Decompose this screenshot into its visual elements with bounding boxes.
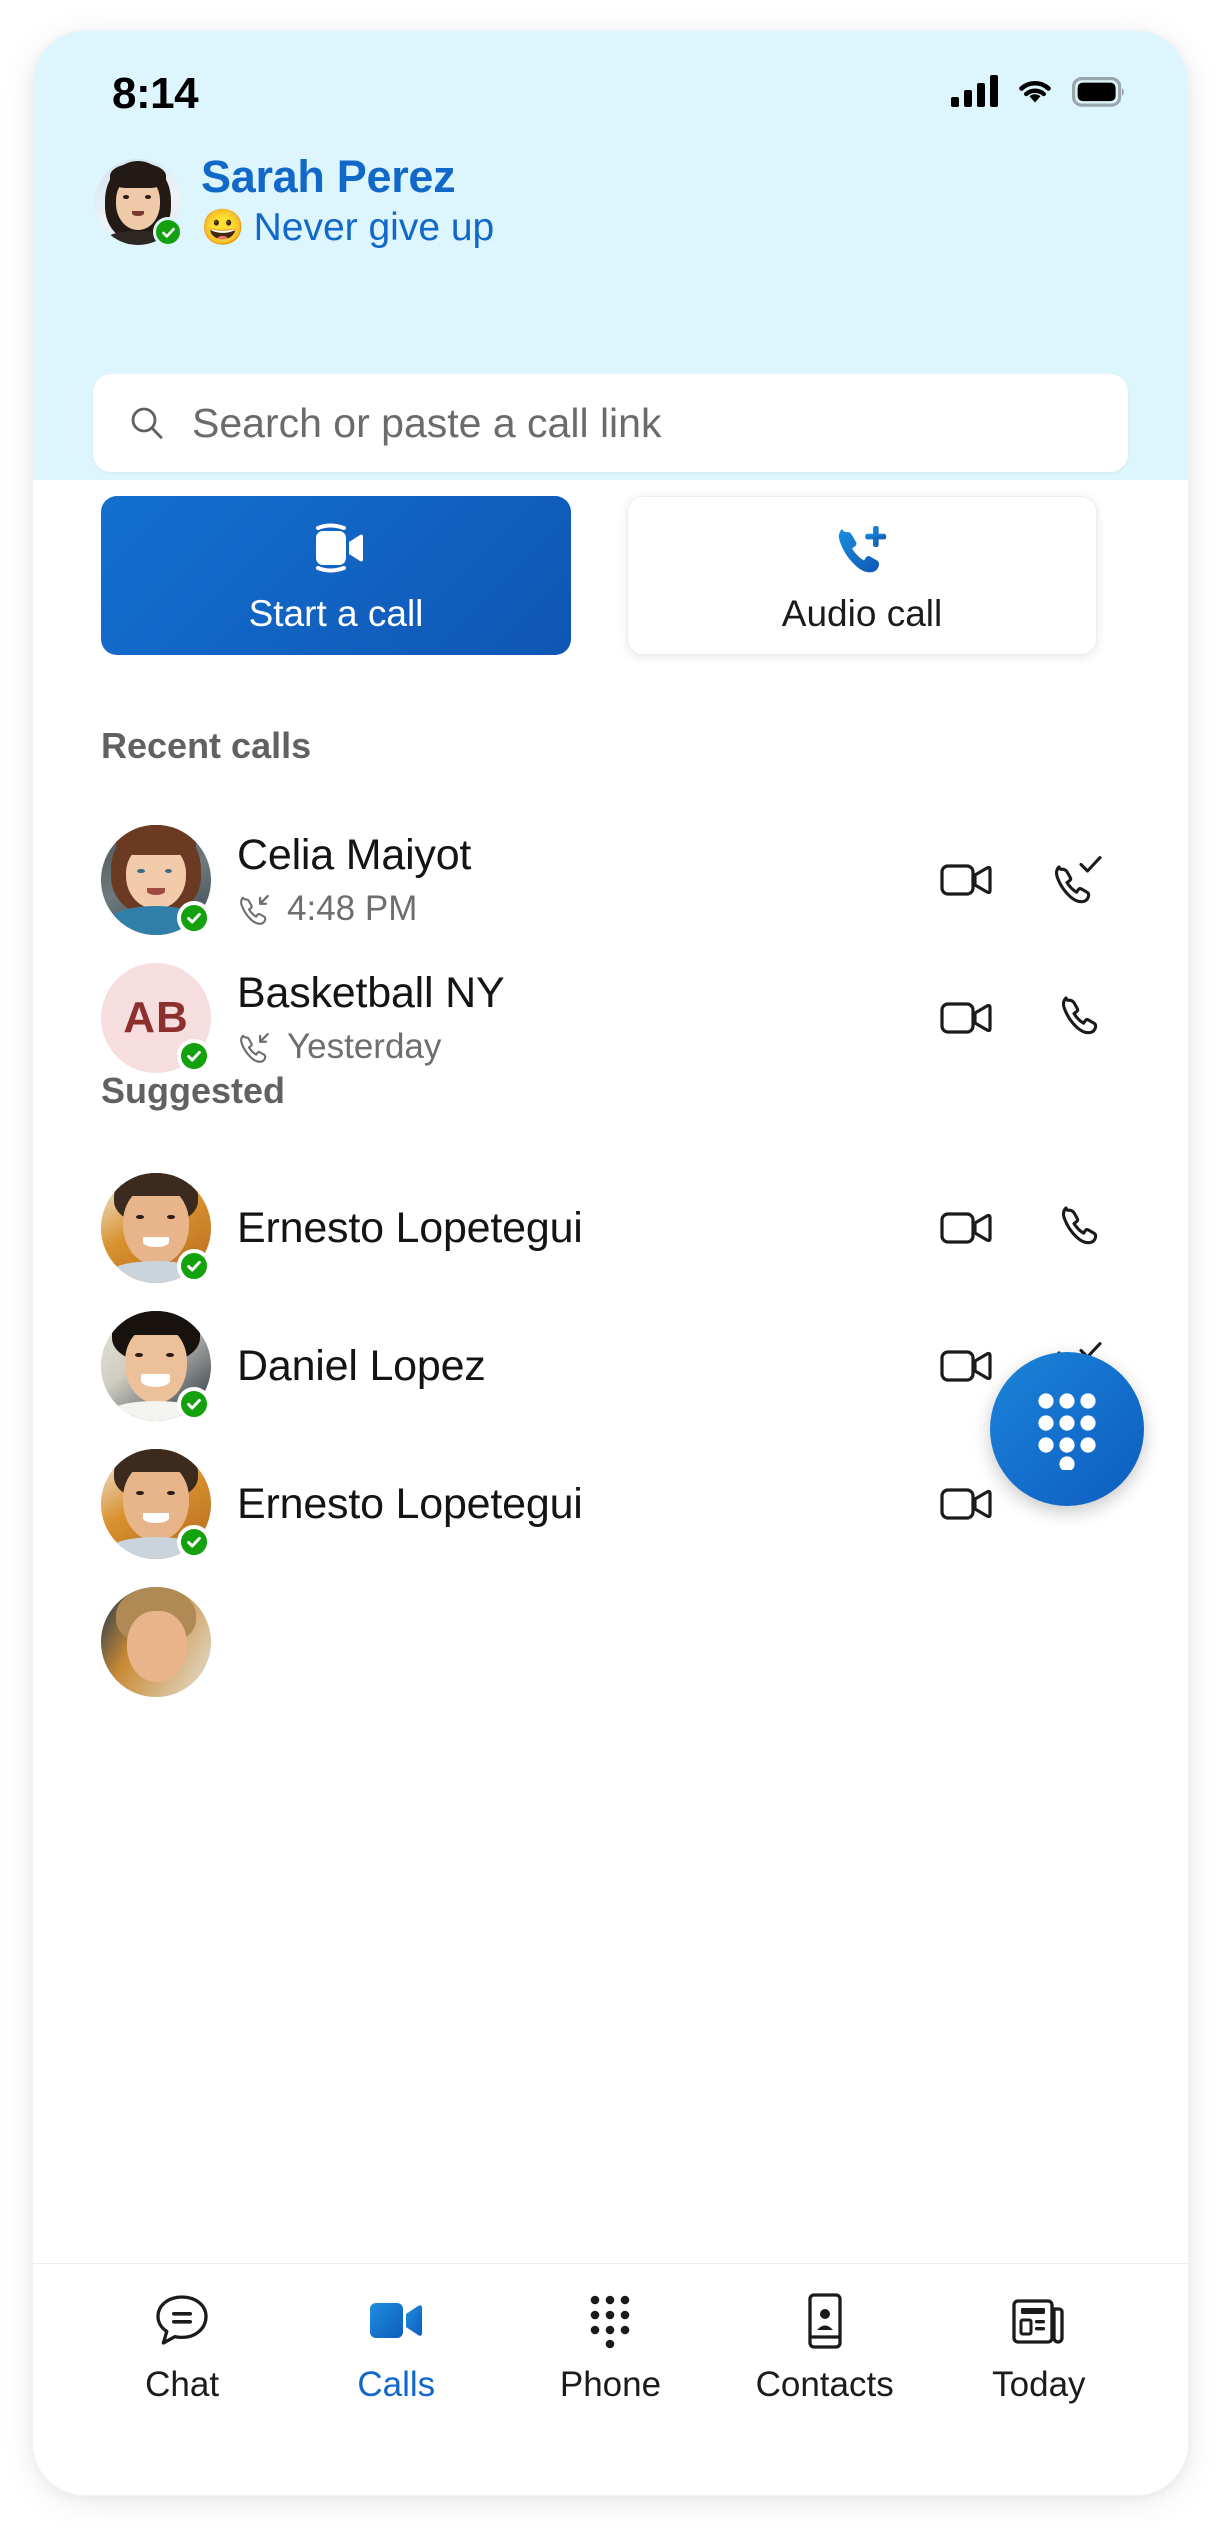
tab-chat[interactable]: Chat (92, 2290, 272, 2405)
row-actions (939, 852, 1106, 908)
avatar[interactable] (101, 1311, 211, 1421)
start-a-call-label: Start a call (248, 592, 424, 634)
incoming-call-icon (240, 894, 269, 925)
quick-actions: Start a call Audio call (33, 480, 1188, 695)
newspaper-icon (1010, 2290, 1068, 2352)
row-actions (939, 1200, 1106, 1256)
dialpad-fab-button[interactable] (990, 1352, 1144, 1506)
profile-text-block: Sarah Perez 😀 Never give up (201, 151, 494, 252)
audio-call-button[interactable]: Audio call (627, 496, 1097, 655)
list-item[interactable]: Ernesto Lopetegui (33, 1153, 1188, 1303)
call-meta: Yesterday (237, 1027, 939, 1067)
video-call-icon[interactable] (939, 990, 995, 1046)
section-title-recent-calls: Recent calls (101, 725, 312, 766)
tab-today-label: Today (992, 2365, 1086, 2404)
contact-card-icon (802, 2290, 848, 2352)
profile-mood[interactable]: 😀 Never give up (201, 205, 494, 252)
avatar[interactable] (95, 159, 183, 248)
tab-calls[interactable]: Calls (306, 2290, 486, 2405)
list-item-partial[interactable] (33, 1567, 1188, 1717)
call-meta: 4:48 PM (237, 889, 939, 929)
section-title-suggested: Suggested (101, 1070, 286, 1111)
search-icon (131, 407, 163, 439)
mood-emoji: 😀 (201, 207, 245, 247)
contact-name: Daniel Lopez (237, 1341, 486, 1390)
search-bar[interactable]: Search or paste a call link (93, 374, 1128, 472)
list-item-text: Basketball NY Yesterday (237, 969, 939, 1067)
mood-text: Never give up (253, 205, 495, 249)
avatar[interactable] (101, 1587, 211, 1697)
tab-phone-label: Phone (559, 2365, 662, 2404)
video-call-icon[interactable] (939, 1338, 995, 1394)
video-call-icon[interactable] (939, 852, 995, 908)
presence-badge-available (177, 1387, 211, 1421)
presence-badge-available (153, 217, 183, 248)
screen: 8:14 Sarah Perez 😀 Never give up Search … (0, 0, 1221, 2532)
contact-name: Celia Maiyot (237, 831, 472, 879)
incoming-call-icon (240, 1032, 269, 1063)
tab-contacts-label: Contacts (755, 2365, 894, 2404)
cellular-signal-icon (951, 75, 998, 107)
contact-name: Ernesto Lopetegui (237, 1203, 583, 1252)
start-a-call-button[interactable]: Start a call (101, 496, 571, 655)
presence-badge-available (177, 1039, 211, 1073)
battery-icon (1072, 77, 1124, 107)
tab-chat-label: Chat (145, 2365, 220, 2404)
presence-badge-available (177, 1525, 211, 1559)
audio-call-label: Audio call (781, 592, 943, 634)
avatar[interactable] (101, 825, 211, 935)
tab-contacts[interactable]: Contacts (735, 2290, 915, 2405)
app-header: 8:14 Sarah Perez 😀 Never give up Search … (33, 31, 1188, 480)
phone-check-icon[interactable] (1050, 852, 1106, 908)
dialpad-icon (585, 2290, 635, 2352)
video-call-icon[interactable] (939, 1200, 995, 1256)
tab-phone[interactable]: Phone (520, 2290, 700, 2405)
video-camera-filled-icon (365, 2290, 427, 2352)
profile-name: Sarah Perez (201, 151, 456, 202)
list-item-text: Daniel Lopez (237, 1342, 939, 1391)
dialpad-icon (1038, 1393, 1096, 1470)
presence-badge-available (177, 901, 211, 935)
avatar[interactable] (101, 1173, 211, 1283)
contact-name: Basketball NY (237, 969, 505, 1017)
list-item-text: Ernesto Lopetegui (237, 1480, 939, 1529)
contact-avatar-partial (101, 1587, 211, 1697)
tab-today[interactable]: Today (949, 2290, 1129, 2405)
status-bar: 8:14 (33, 31, 1188, 141)
chat-bubble-icon (153, 2290, 211, 2352)
avatar[interactable] (101, 1449, 211, 1559)
bottom-navigation: Chat Calls Phone Contacts Today (33, 2263, 1188, 2495)
phone-frame: 8:14 Sarah Perez 😀 Never give up Search … (33, 31, 1188, 2495)
phone-icon[interactable] (1050, 1200, 1106, 1256)
tab-calls-label: Calls (357, 2365, 436, 2404)
list-item[interactable]: Celia Maiyot 4:48 PM (33, 805, 1188, 955)
call-time: Yesterday (287, 1027, 442, 1066)
call-time: 4:48 PM (287, 889, 418, 928)
list-item-text: Ernesto Lopetegui (237, 1204, 939, 1253)
status-bar-icons (951, 75, 1126, 107)
phone-icon[interactable] (1050, 990, 1106, 1046)
avatar[interactable]: AB (101, 963, 211, 1073)
status-bar-clock: 8:14 (112, 69, 199, 118)
phone-plus-icon (831, 517, 893, 579)
presence-badge-available (177, 1249, 211, 1283)
content-area: Start a call Audio call Recent calls Cel… (33, 480, 1188, 2495)
search-input-placeholder[interactable]: Search or paste a call link (192, 400, 661, 447)
video-camera-icon (304, 517, 368, 579)
contact-name: Ernesto Lopetegui (237, 1479, 583, 1528)
wifi-icon (1019, 80, 1051, 103)
list-item-text: Celia Maiyot 4:48 PM (237, 831, 939, 929)
row-actions (939, 990, 1106, 1046)
video-call-icon[interactable] (939, 1476, 995, 1532)
user-profile[interactable]: Sarah Perez 😀 Never give up (95, 151, 494, 252)
